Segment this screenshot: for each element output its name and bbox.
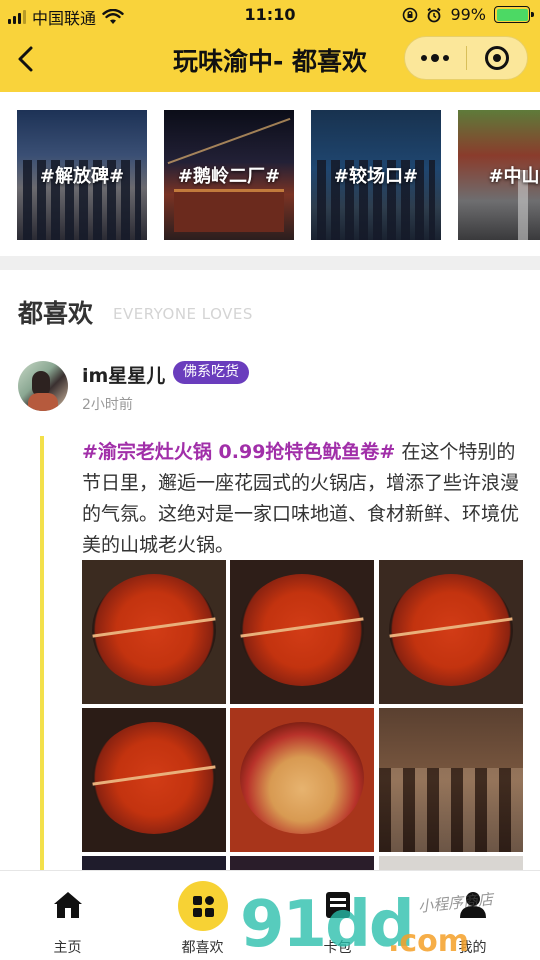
topic-carousel[interactable]: #解放碑# #鹅岭二厂# #较场口# #中山四 bbox=[0, 92, 540, 256]
mini-program-capsule bbox=[404, 36, 528, 80]
tab-everyone-loves[interactable]: 都喜欢 bbox=[135, 871, 270, 960]
battery-percent: 99% bbox=[450, 5, 486, 24]
rotation-lock-icon bbox=[403, 7, 418, 22]
home-icon bbox=[52, 889, 84, 921]
tab-home[interactable]: 主页 bbox=[0, 871, 135, 960]
photo-grid bbox=[82, 560, 523, 960]
post-photo[interactable] bbox=[230, 560, 374, 704]
card-icon bbox=[322, 889, 354, 921]
post-photo[interactable] bbox=[379, 708, 523, 852]
user-icon bbox=[457, 889, 489, 921]
battery-icon bbox=[494, 6, 534, 23]
post-body[interactable]: #渝宗老灶火锅 0.99抢特色鱿鱼卷# 在这个特别的节日里，邂逅一座花园式的火锅… bbox=[82, 437, 522, 561]
post-time: 2小时前 bbox=[82, 397, 133, 413]
top-bar: 中国联通 11:10 99% 玩味渝中- 都喜欢 bbox=[0, 0, 540, 92]
post-quote-bar bbox=[40, 436, 44, 876]
section-title: 都喜欢 bbox=[18, 299, 94, 328]
post-photo[interactable] bbox=[82, 560, 226, 704]
grid-icon bbox=[178, 881, 228, 931]
status-right: 99% bbox=[402, 5, 534, 24]
topic-label: #较场口# bbox=[333, 166, 419, 187]
post-photo[interactable] bbox=[379, 560, 523, 704]
topic-label: #解放碑# bbox=[39, 166, 125, 187]
section-divider bbox=[0, 256, 540, 270]
tab-label: 我的 bbox=[458, 940, 487, 956]
alarm-icon bbox=[427, 7, 441, 22]
section-subtitle: EVERYONE LOVES bbox=[113, 305, 253, 323]
tab-me[interactable]: 我的 bbox=[405, 871, 540, 960]
topic-label: #鹅岭二厂# bbox=[177, 166, 281, 187]
tab-label: 卡包 bbox=[323, 940, 352, 956]
tab-label: 主页 bbox=[53, 940, 82, 956]
post-username[interactable]: im星星儿 bbox=[82, 361, 165, 388]
post-photo[interactable] bbox=[230, 708, 374, 852]
tab-label: 都喜欢 bbox=[181, 940, 224, 956]
mini-program-close-icon[interactable] bbox=[466, 36, 527, 80]
post-photo[interactable] bbox=[82, 708, 226, 852]
topic-card[interactable]: #中山四 bbox=[458, 110, 540, 240]
title-bar: 玩味渝中- 都喜欢 bbox=[0, 30, 540, 88]
avatar[interactable] bbox=[18, 361, 68, 411]
topic-label: #中山四 bbox=[488, 166, 540, 187]
topic-card[interactable]: #鹅岭二厂# bbox=[164, 110, 294, 240]
post-hashtag[interactable]: #渝宗老灶火锅 0.99抢特色鱿鱼卷# bbox=[82, 441, 395, 463]
user-badge: 佛系吃货 bbox=[173, 361, 249, 384]
topic-card[interactable]: #解放碑# bbox=[17, 110, 147, 240]
tab-card-wallet[interactable]: 卡包 bbox=[270, 871, 405, 960]
more-dots-icon[interactable] bbox=[405, 36, 466, 80]
topic-card[interactable]: #较场口# bbox=[311, 110, 441, 240]
tab-bar: 主页 都喜欢 卡包 我的 bbox=[0, 870, 540, 960]
status-bar: 中国联通 11:10 99% bbox=[0, 0, 540, 30]
